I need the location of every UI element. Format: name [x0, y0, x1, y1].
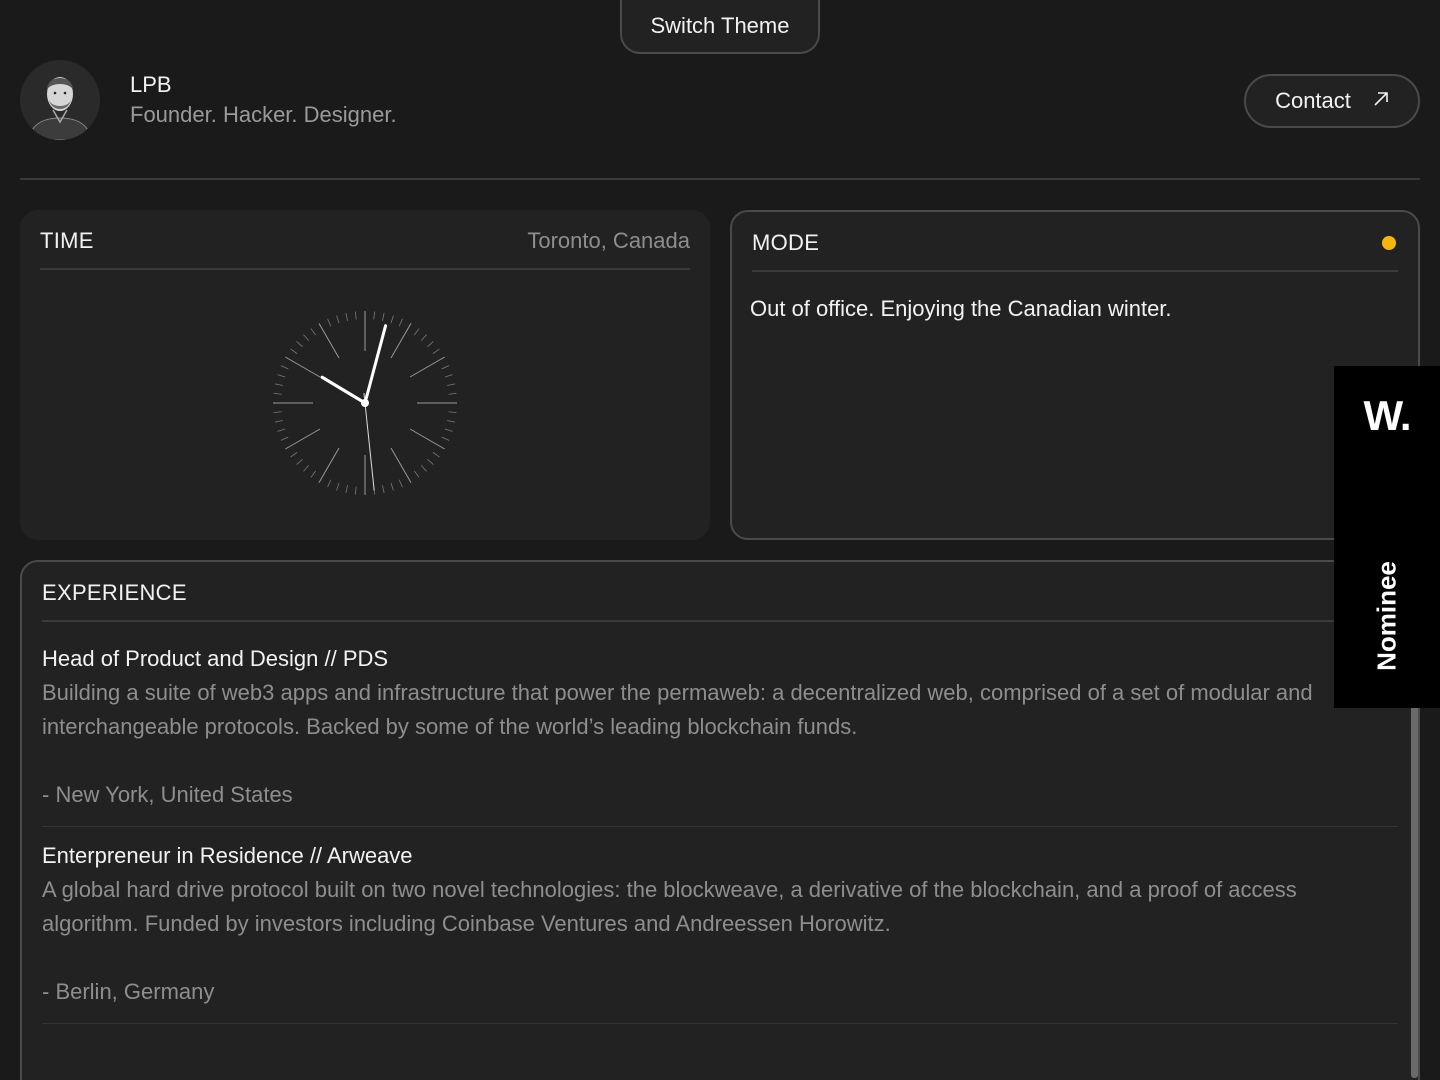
mode-card: MODE Out of office. Enjoying the Canadia… — [730, 210, 1420, 540]
clock-minute-tick — [310, 470, 316, 478]
profile-tagline: Founder. Hacker. Designer. — [130, 102, 397, 127]
clock-minute-tick — [296, 458, 303, 465]
clock-minute-tick — [420, 465, 427, 472]
experience-item-title: Head of Product and Design // PDS — [42, 646, 389, 671]
clock-center-pin — [361, 399, 369, 407]
clock-minute-tick — [274, 383, 283, 386]
clock-minute-tick — [448, 392, 457, 395]
clock-hour-tick — [318, 323, 340, 359]
clock-minute-tick — [345, 312, 348, 321]
awwwards-logo: W. — [1363, 392, 1412, 439]
clock-minute-tick — [336, 482, 340, 491]
time-card-header: TIME Toronto, Canada — [40, 210, 690, 270]
experience-card-title: EXPERIENCE — [42, 580, 187, 605]
clock-minute-tick — [441, 365, 450, 370]
clock-minute-tick — [447, 420, 456, 423]
mode-card-header: MODE — [752, 212, 1398, 272]
experience-item-description: Building a suite of web3 apps and infras… — [42, 680, 1313, 739]
clock-hour-hand — [320, 375, 367, 405]
experience-item: Head of Product and Design // PDS Buildi… — [42, 644, 1398, 827]
header-divider — [20, 178, 1420, 180]
clock-minute-tick — [274, 420, 283, 423]
clock-minute-tick — [327, 479, 332, 488]
avatar — [20, 60, 100, 140]
clock-minute-tick — [448, 411, 457, 414]
clock-hour-tick — [409, 428, 445, 450]
clock-minute-tick — [432, 452, 440, 458]
clock-hour-tick — [409, 356, 445, 378]
clock-minute-tick — [441, 436, 450, 441]
clock-minute-tick — [398, 479, 403, 488]
clock-minute-tick — [277, 374, 286, 378]
clock-minute-tick — [420, 334, 427, 341]
clock-minute-tick — [398, 318, 403, 327]
mode-card-title: MODE — [752, 230, 820, 255]
time-card-title: TIME — [40, 228, 94, 253]
clock-hour-tick — [318, 447, 340, 483]
contact-label: Contact — [1275, 88, 1351, 113]
clock-minute-tick — [280, 436, 289, 441]
clock-minute-tick — [336, 315, 340, 324]
clock-minute-tick — [382, 312, 385, 321]
avatar-portrait-image — [20, 60, 100, 140]
experience-item: Enterpreneur in Residence // Arweave A g… — [42, 841, 1398, 1024]
awwwards-nominee-badge[interactable]: W. Nominee — [1334, 366, 1440, 708]
clock-minute-tick — [290, 452, 298, 458]
clock-minute-tick — [296, 341, 303, 348]
clock-hour-tick — [285, 356, 321, 378]
mode-message: Out of office. Enjoying the Canadian win… — [750, 296, 1172, 321]
arrow-up-right-icon — [1373, 90, 1389, 113]
clock-minute-hand — [363, 324, 388, 405]
clock-minute-tick — [432, 348, 440, 354]
experience-item-location: - Berlin, Germany — [42, 979, 215, 1004]
clock-minute-tick — [273, 392, 282, 395]
clock-hour-tick — [390, 323, 412, 359]
clock-minute-tick — [444, 428, 453, 432]
experience-card-header: EXPERIENCE — [42, 562, 1398, 622]
clock-hour-tick — [285, 428, 321, 450]
clock-minute-tick — [382, 485, 385, 494]
clock-minute-tick — [354, 486, 357, 495]
clock-hour-tick — [390, 447, 412, 483]
time-card: TIME Toronto, Canada — [20, 210, 710, 540]
experience-scrollbar[interactable] — [1411, 700, 1418, 1078]
clock-minute-tick — [444, 374, 453, 378]
time-card-location: Toronto, Canada — [527, 228, 690, 253]
clock-minute-tick — [310, 328, 316, 336]
clock-minute-tick — [427, 341, 434, 348]
experience-list[interactable]: Head of Product and Design // PDS Buildi… — [42, 644, 1398, 1038]
experience-item-title: Enterpreneur in Residence // Arweave — [42, 843, 413, 868]
clock-minute-tick — [277, 428, 286, 432]
clock-minute-tick — [373, 311, 376, 320]
clock-minute-tick — [414, 328, 420, 336]
contact-button[interactable]: Contact — [1244, 74, 1420, 128]
clock-minute-tick — [303, 465, 310, 472]
experience-item-location: - New York, United States — [42, 782, 293, 807]
clock-minute-tick — [273, 411, 282, 414]
clock-minute-tick — [290, 348, 298, 354]
analog-clock — [273, 311, 457, 495]
status-indicator-dot — [1382, 236, 1396, 250]
clock-minute-tick — [354, 311, 357, 320]
nominee-label: Nominee — [1371, 561, 1402, 671]
clock-minute-tick — [390, 482, 394, 491]
clock-minute-tick — [327, 318, 332, 327]
clock-minute-tick — [390, 315, 394, 324]
experience-item-description: A global hard drive protocol built on tw… — [42, 877, 1297, 936]
clock-minute-tick — [280, 365, 289, 370]
clock-minute-tick — [414, 470, 420, 478]
experience-card: EXPERIENCE Head of Product and Design //… — [20, 560, 1420, 1080]
profile-name: LPB — [130, 72, 172, 97]
switch-theme-button[interactable]: Switch Theme — [620, 0, 820, 54]
clock-minute-tick — [427, 458, 434, 465]
clock-minute-tick — [447, 383, 456, 386]
clock-minute-tick — [345, 485, 348, 494]
clock-minute-tick — [303, 334, 310, 341]
